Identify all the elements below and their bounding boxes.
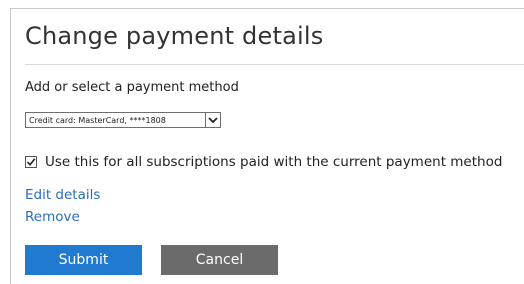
- payment-method-label: Add or select a payment method: [25, 80, 239, 95]
- cancel-button[interactable]: Cancel: [161, 245, 278, 275]
- subscriptions-option[interactable]: Use this for all subscriptions paid with…: [25, 154, 502, 170]
- subscriptions-option-label: Use this for all subscriptions paid with…: [45, 154, 503, 170]
- page-title: Change payment details: [25, 22, 324, 50]
- edit-details-link[interactable]: Edit details: [25, 187, 100, 203]
- chevron-down-icon[interactable]: [205, 113, 220, 127]
- subscriptions-checkbox[interactable]: [25, 156, 37, 168]
- payment-method-value: Credit card: MasterCard, ****1808: [29, 115, 166, 125]
- submit-button[interactable]: Submit: [25, 245, 142, 275]
- title-divider: [25, 64, 524, 65]
- payment-method-select[interactable]: Credit card: MasterCard, ****1808: [25, 112, 221, 128]
- remove-link[interactable]: Remove: [25, 209, 80, 225]
- checkmark-icon: [26, 158, 36, 167]
